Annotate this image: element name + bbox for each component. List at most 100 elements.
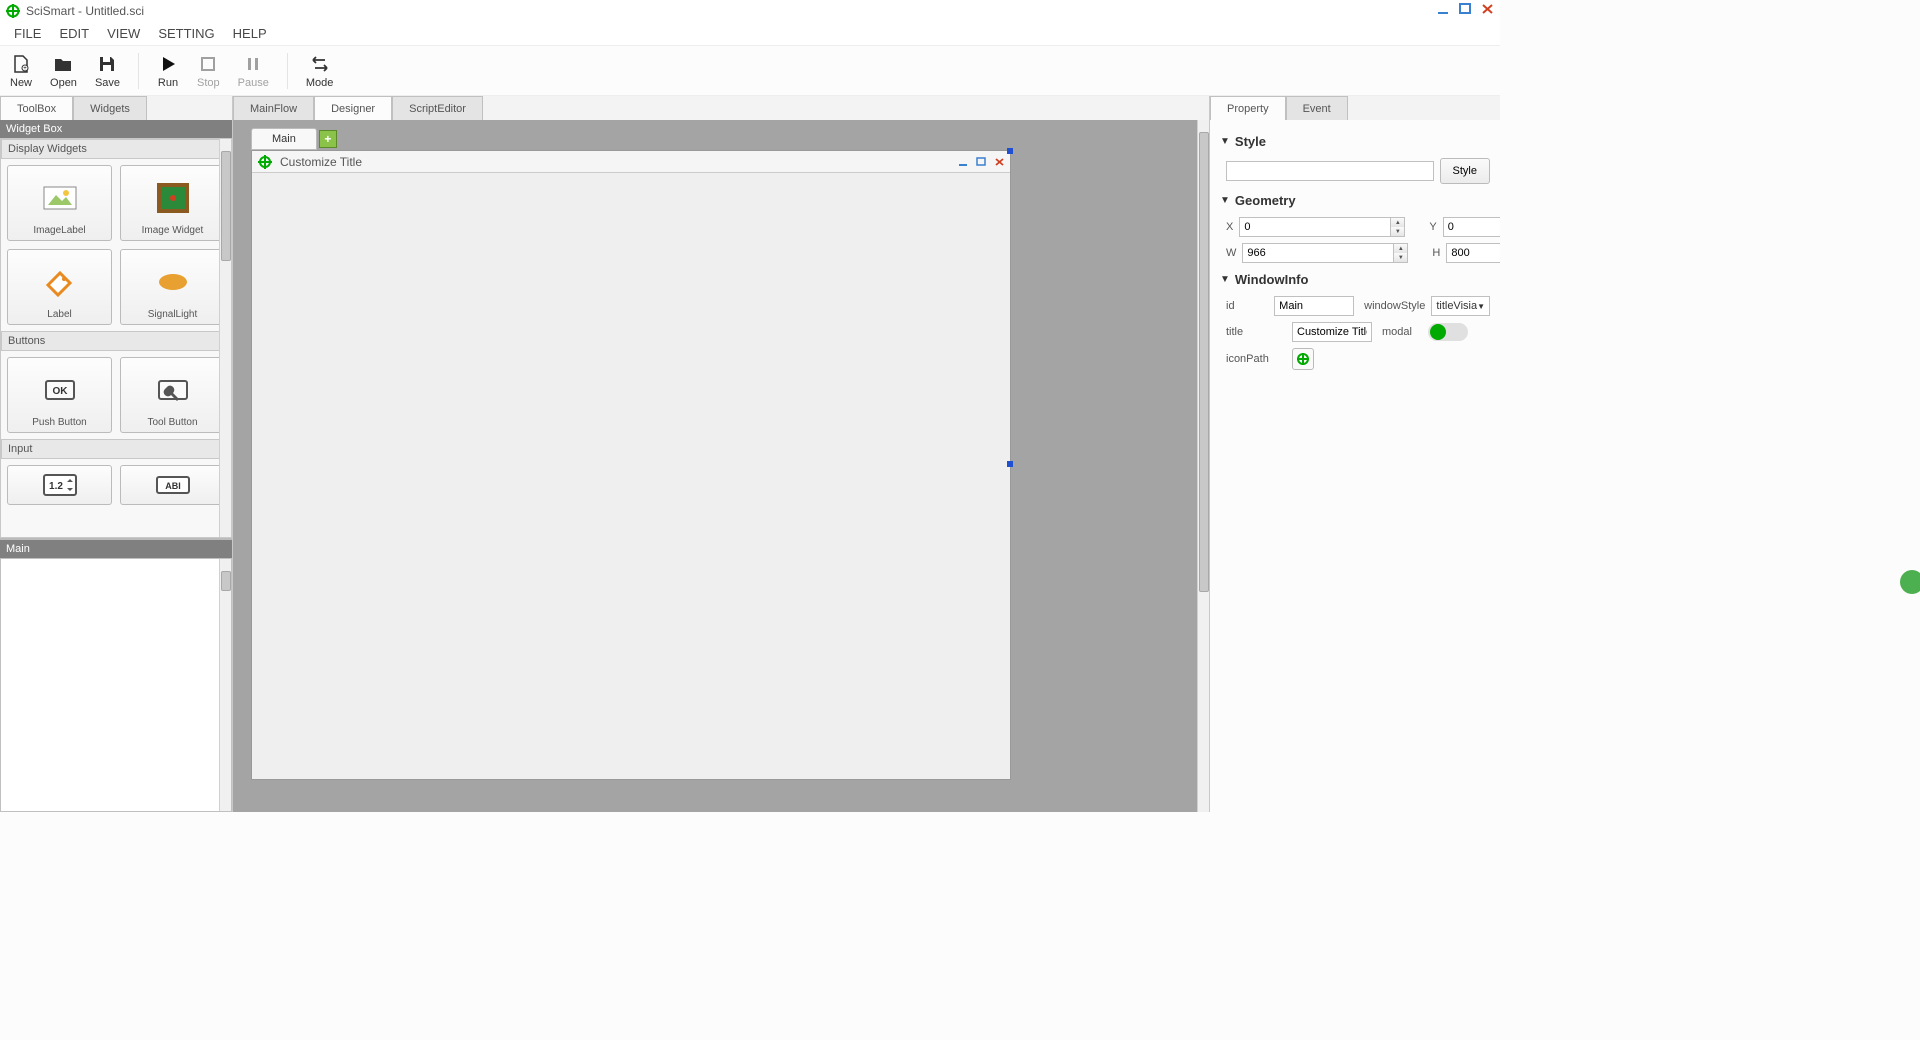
app-logo-icon <box>6 4 20 18</box>
menu-setting[interactable]: SETTING <box>150 24 222 43</box>
modal-label: modal <box>1382 326 1422 338</box>
x-input[interactable] <box>1239 217 1391 237</box>
category-buttons[interactable]: Buttons <box>1 331 231 351</box>
category-display-widgets[interactable]: Display Widgets <box>1 139 231 159</box>
open-button[interactable]: Open <box>50 53 77 89</box>
y-input[interactable] <box>1443 217 1500 237</box>
tree-scrollbar[interactable] <box>219 559 231 811</box>
minimize-icon[interactable] <box>1436 2 1452 16</box>
widget-tool-button[interactable]: Tool Button <box>120 357 225 433</box>
widget-label: SignalLight <box>148 309 197 320</box>
iconpath-label: iconPath <box>1226 353 1286 365</box>
widget-number-input[interactable]: 1.2 <box>7 465 112 505</box>
mode-label: Mode <box>306 77 334 89</box>
design-canvas[interactable]: Main + Customize Title <box>233 120 1209 812</box>
properties-panel: Property Event ▼Style Style ▼Geometry X … <box>1210 96 1500 812</box>
hierarchy-panel: Main <box>0 538 232 812</box>
mode-button[interactable]: Mode <box>306 53 334 89</box>
windowstyle-combo[interactable]: titleVisia▼ <box>1431 296 1490 316</box>
save-button[interactable]: Save <box>95 53 120 89</box>
menu-file[interactable]: FILE <box>6 24 49 43</box>
iconpath-button[interactable] <box>1292 348 1314 370</box>
widget-imagelabel[interactable]: ImageLabel <box>7 165 112 241</box>
save-label: Save <box>95 77 120 89</box>
widget-label: Push Button <box>32 417 86 428</box>
section-geometry[interactable]: ▼Geometry <box>1220 187 1490 214</box>
section-windowinfo[interactable]: ▼WindowInfo <box>1220 266 1490 293</box>
new-button[interactable]: + New <box>10 53 32 89</box>
category-input[interactable]: Input <box>1 439 231 459</box>
style-input[interactable] <box>1226 161 1434 181</box>
open-folder-icon <box>52 53 74 75</box>
tab-mainflow[interactable]: MainFlow <box>233 96 314 120</box>
add-doc-button[interactable]: + <box>319 130 337 148</box>
dw-maximize-icon[interactable] <box>976 157 988 167</box>
chevron-down-icon: ▼ <box>1477 302 1485 311</box>
tool-button-icon <box>125 362 220 417</box>
number-input-icon: 1.2 <box>12 470 107 500</box>
svg-text:1.2: 1.2 <box>49 481 63 492</box>
dw-close-icon[interactable] <box>994 157 1006 167</box>
center-tabs: MainFlow Designer ScriptEditor <box>233 96 1209 120</box>
tree-root-label[interactable]: Main <box>0 540 232 558</box>
target-icon <box>258 155 272 169</box>
id-input[interactable] <box>1274 296 1354 316</box>
section-style[interactable]: ▼Style <box>1220 128 1490 155</box>
widget-box: Display Widgets ImageLabel Image Widget … <box>0 138 232 538</box>
menu-edit[interactable]: EDIT <box>51 24 97 43</box>
scrollbar-thumb[interactable] <box>1199 132 1209 592</box>
tab-property[interactable]: Property <box>1210 96 1286 120</box>
toolbar-separator <box>138 53 139 89</box>
toolbar-separator <box>287 53 288 89</box>
doc-tab-main[interactable]: Main <box>251 128 317 150</box>
menu-view[interactable]: VIEW <box>99 24 148 43</box>
push-button-icon: OK <box>12 362 107 417</box>
new-label: New <box>10 77 32 89</box>
spin-up-icon[interactable]: ▲ <box>1391 218 1404 227</box>
tab-toolbox[interactable]: ToolBox <box>0 96 73 120</box>
toggle-knob <box>1430 324 1446 340</box>
property-body: ▼Style Style ▼Geometry X ▲▼ Y ▲▼ W ▲▼ H … <box>1210 120 1500 812</box>
w-input[interactable] <box>1242 243 1394 263</box>
tab-event[interactable]: Event <box>1286 96 1348 120</box>
widget-push-button[interactable]: OK Push Button <box>7 357 112 433</box>
pause-label: Pause <box>238 77 269 89</box>
tab-widgets[interactable]: Widgets <box>73 96 147 120</box>
spin-down-icon[interactable]: ▼ <box>1394 253 1407 262</box>
h-label: H <box>1432 247 1440 259</box>
widget-box-scrollbar[interactable] <box>219 139 231 537</box>
design-window[interactable]: Customize Title <box>251 150 1011 780</box>
widget-image-widget[interactable]: Image Widget <box>120 165 225 241</box>
y-label: Y <box>1429 221 1436 233</box>
tab-designer[interactable]: Designer <box>314 96 392 120</box>
right-tabs: Property Event <box>1210 96 1500 120</box>
scrollbar-thumb[interactable] <box>221 151 231 261</box>
tab-scripteditor[interactable]: ScriptEditor <box>392 96 483 120</box>
dw-minimize-icon[interactable] <box>958 157 970 167</box>
close-icon[interactable] <box>1480 2 1496 16</box>
style-button[interactable]: Style <box>1440 158 1490 184</box>
design-window-titlebar[interactable]: Customize Title <box>252 151 1010 173</box>
x-label: X <box>1226 221 1233 233</box>
resize-handle[interactable] <box>1007 461 1013 467</box>
image-widget-icon <box>125 170 220 225</box>
run-button[interactable]: Run <box>157 53 179 89</box>
resize-handle[interactable] <box>1007 148 1013 154</box>
widget-text-input[interactable]: ABI <box>120 465 225 505</box>
spin-down-icon[interactable]: ▼ <box>1391 227 1404 236</box>
tree-body[interactable] <box>0 558 232 812</box>
h-input[interactable] <box>1446 243 1500 263</box>
help-badge[interactable] <box>1900 570 1920 594</box>
widget-label[interactable]: Label <box>7 249 112 325</box>
title-label: title <box>1226 326 1286 338</box>
maximize-icon[interactable] <box>1458 2 1474 16</box>
menu-help[interactable]: HELP <box>225 24 275 43</box>
modal-toggle[interactable] <box>1428 323 1468 341</box>
scrollbar-thumb[interactable] <box>221 571 231 591</box>
widget-signallight[interactable]: SignalLight <box>120 249 225 325</box>
windowstyle-label: windowStyle <box>1364 300 1425 312</box>
spin-up-icon[interactable]: ▲ <box>1394 244 1407 253</box>
canvas-scrollbar-v[interactable] <box>1197 120 1209 812</box>
chevron-down-icon: ▼ <box>1220 136 1230 147</box>
title-input[interactable] <box>1292 322 1372 342</box>
